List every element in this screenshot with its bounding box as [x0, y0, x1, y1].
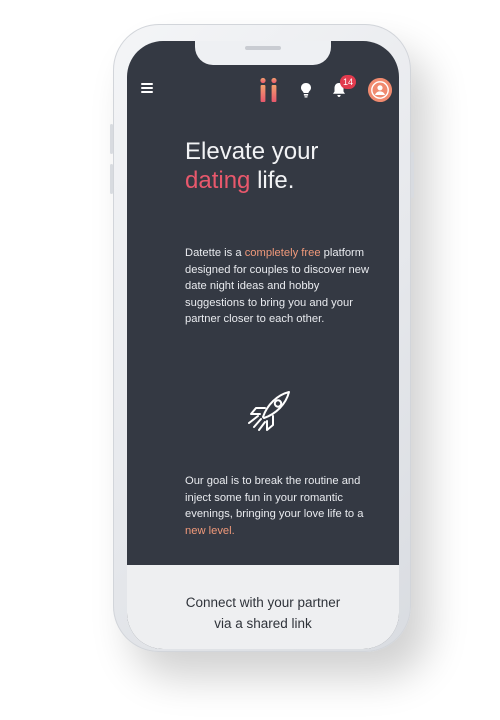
- hero-title-line1: Elevate your: [185, 138, 319, 165]
- phone-screen: 14 Elevate your dating life. Datette is …: [127, 41, 399, 649]
- volume-down-button: [110, 164, 113, 194]
- hamburger-menu-icon[interactable]: [141, 83, 153, 93]
- goal-text: Our goal is to break the routine and inj…: [185, 475, 364, 520]
- connect-line2: via a shared link: [214, 616, 312, 631]
- hero-title-accent: dating: [185, 167, 251, 194]
- connect-heading: Connect with your partner via a shared l…: [127, 592, 399, 634]
- phone-frame: 14 Elevate your dating life. Datette is …: [110, 24, 414, 652]
- phone-notch: [195, 41, 331, 65]
- hero-title-end: life.: [257, 167, 295, 194]
- connect-line1: Connect with your partner: [185, 595, 341, 610]
- ii-logo-icon[interactable]: [258, 77, 280, 103]
- intro-highlight: completely free: [244, 247, 321, 259]
- rocket-icon: [248, 391, 290, 431]
- goal-paragraph: Our goal is to break the routine and inj…: [185, 473, 377, 539]
- goal-highlight: new level.: [185, 524, 235, 537]
- speaker-grille: [245, 46, 281, 50]
- power-button: [411, 152, 414, 198]
- connect-section: Connect with your partner via a shared l…: [127, 565, 399, 649]
- notification-count-badge: 14: [340, 75, 356, 89]
- intro-text-start: Datette is a: [185, 247, 245, 259]
- user-avatar-icon[interactable]: [368, 78, 392, 102]
- hero-title: Elevate your dating life.: [185, 137, 385, 195]
- app-header: 14: [127, 71, 399, 107]
- volume-up-button: [110, 124, 113, 154]
- mockup-stage: 14 Elevate your dating life. Datette is …: [0, 0, 500, 720]
- lightbulb-icon[interactable]: [299, 82, 313, 98]
- intro-paragraph: Datette is a completely free platform de…: [185, 245, 377, 328]
